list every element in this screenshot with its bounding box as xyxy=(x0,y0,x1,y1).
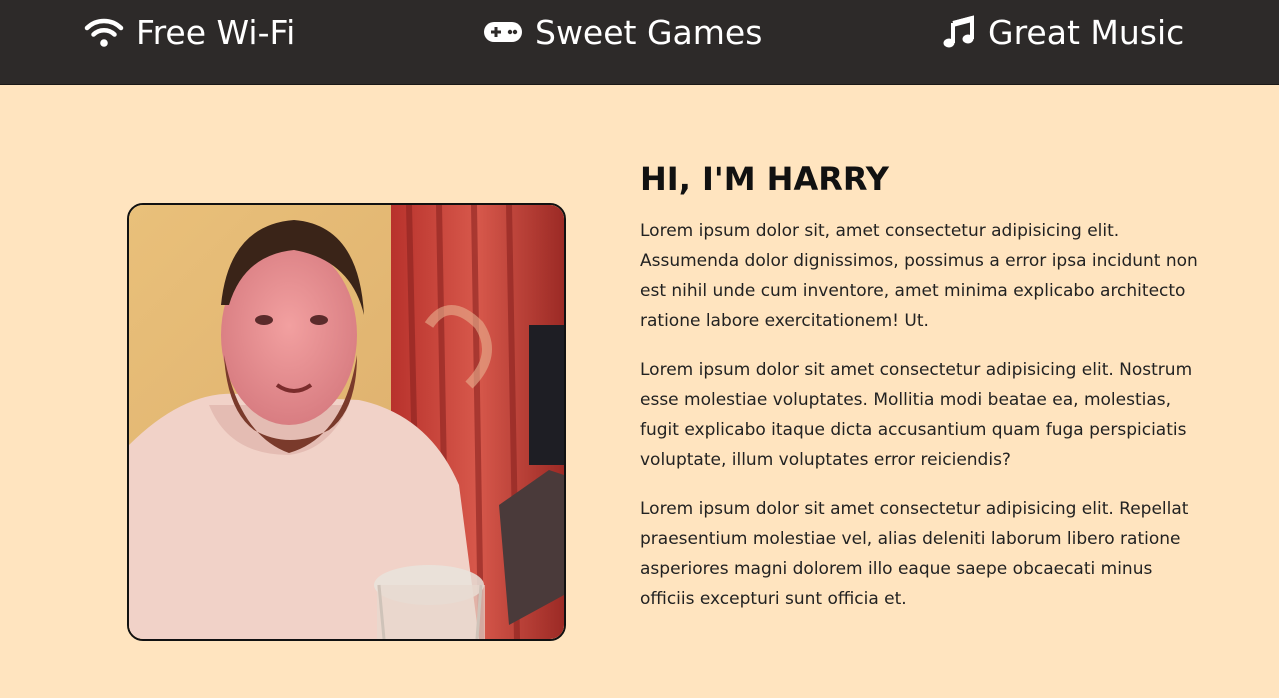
about-heading: HI, I'M HARRY xyxy=(640,160,889,198)
about-paragraph-2: Lorem ipsum dolor sit amet consectetur a… xyxy=(640,360,1193,470)
about-paragraph-1: Lorem ipsum dolor sit, amet consectetur … xyxy=(640,221,1198,331)
wifi-icon xyxy=(84,16,124,48)
feature-label: Free Wi-Fi xyxy=(136,12,296,52)
feature-free-wifi: Free Wi-Fi xyxy=(84,10,295,54)
feature-great-music: Great Music xyxy=(942,10,1184,54)
feature-label: Sweet Games xyxy=(535,12,763,52)
about-section: HI, I'M HARRY Lorem ipsum dolor sit, ame… xyxy=(640,160,1200,633)
gamepad-icon xyxy=(483,18,523,46)
top-feature-bar: Free Wi-Fi Sweet Games Great Music xyxy=(0,0,1279,85)
profile-photo xyxy=(127,203,566,641)
music-note-icon xyxy=(942,15,976,49)
feature-sweet-games: Sweet Games xyxy=(483,10,762,54)
about-paragraph-3: Lorem ipsum dolor sit amet consectetur a… xyxy=(640,499,1189,609)
feature-label: Great Music xyxy=(988,12,1185,52)
